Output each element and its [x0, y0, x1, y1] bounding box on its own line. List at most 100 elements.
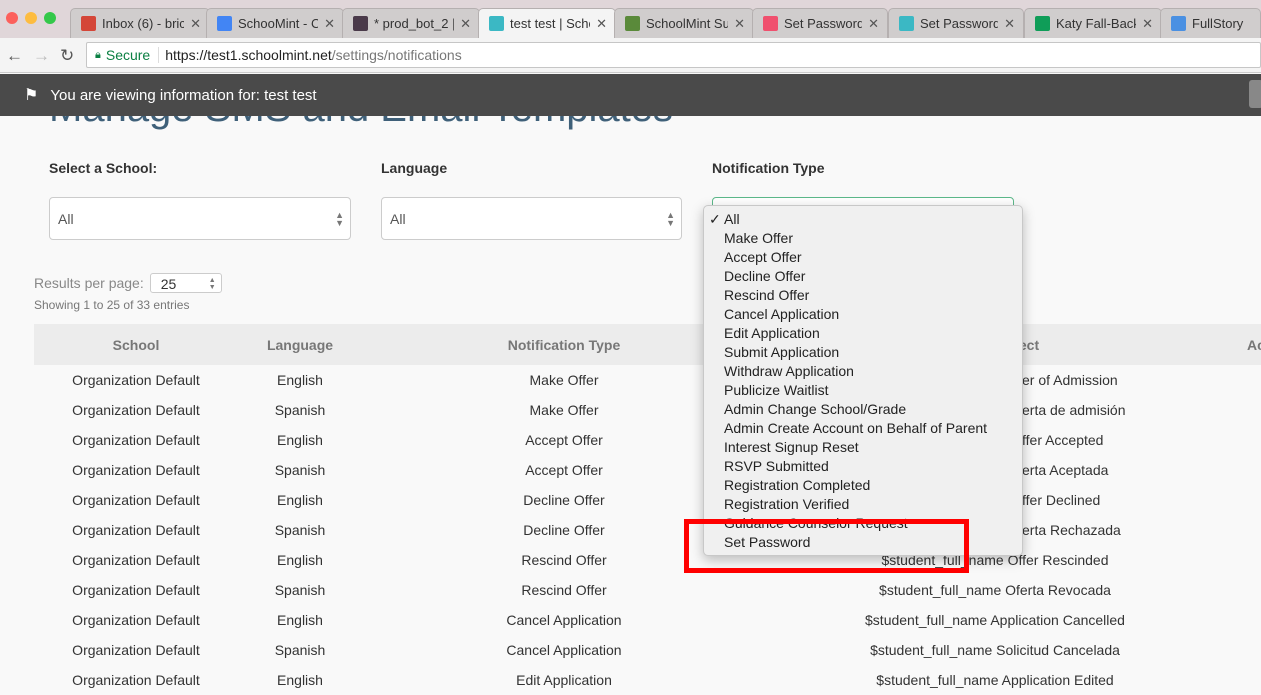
browser-tab[interactable]: Set Password ✕: [888, 8, 1024, 38]
browser-tab[interactable]: Katy Fall-Back ✕: [1024, 8, 1162, 38]
back-icon[interactable]: ←: [6, 46, 23, 66]
forward-icon[interactable]: →: [33, 46, 50, 66]
close-tab-icon[interactable]: ✕: [596, 16, 607, 32]
cell-school: Organization Default: [72, 522, 200, 538]
school-select[interactable]: All ▲ ▼: [49, 197, 351, 240]
results-per-page: Results per page: 25 ▲ ▼: [34, 273, 222, 293]
cell-language: English: [277, 672, 323, 688]
table-row[interactable]: Organization Default Spanish Rescind Off…: [34, 575, 1261, 605]
close-tab-icon[interactable]: ✕: [1142, 16, 1153, 32]
table-header: School Language Notification Type ect Ac: [34, 324, 1261, 365]
browser-tab[interactable]: Set Password ✕: [752, 8, 888, 38]
dropdown-option[interactable]: Rescind Offer: [704, 286, 1022, 305]
browser-tab[interactable]: SchooMint - C ✕: [206, 8, 344, 38]
close-tab-icon[interactable]: ✕: [190, 16, 201, 32]
notification-type-dropdown: ✓ All Make Offer Accept Offer Decline Offer R…: [703, 205, 1023, 556]
minimize-window-button[interactable]: [25, 12, 37, 24]
dropdown-option[interactable]: Decline Offer: [704, 267, 1022, 286]
banner-text: You are viewing information for: test te…: [50, 86, 317, 104]
table-row[interactable]: Organization Default English Rescind Off…: [34, 545, 1261, 575]
column-header-language[interactable]: Language: [267, 337, 333, 353]
dropdown-option[interactable]: Interest Signup Reset: [704, 438, 1022, 457]
cell-school: Organization Default: [72, 402, 200, 418]
table-row[interactable]: Organization Default English Accept Offe…: [34, 425, 1261, 455]
banner-button[interactable]: [1249, 80, 1261, 108]
cell-school: Organization Default: [72, 612, 200, 628]
reload-icon[interactable]: ↻: [60, 46, 74, 66]
cell-school: Organization Default: [72, 552, 200, 568]
option-label: Registration Completed: [724, 477, 871, 493]
browser-tab[interactable]: * prod_bot_2 | ✕: [342, 8, 480, 38]
column-header-actions[interactable]: Ac: [1247, 337, 1261, 353]
option-label: RSVP Submitted: [724, 458, 829, 474]
browser-tab[interactable]: FullStory: [1160, 8, 1261, 38]
gmail-icon: [81, 16, 96, 31]
window-controls: [6, 12, 56, 24]
language-select[interactable]: All ▲ ▼: [381, 197, 682, 240]
option-label: Submit Application: [724, 344, 840, 360]
dropdown-option[interactable]: Make Offer: [704, 229, 1022, 248]
table-row[interactable]: Organization Default Spanish Cancel Appl…: [34, 635, 1261, 665]
cell-language: English: [277, 372, 323, 388]
table-row[interactable]: Organization Default English Make Offer …: [34, 365, 1261, 395]
close-window-button[interactable]: [6, 12, 18, 24]
flag-icon: ⚑: [24, 87, 39, 104]
dropdown-option[interactable]: Submit Application: [704, 343, 1022, 362]
column-header-notification-type[interactable]: Notification Type: [508, 337, 621, 353]
browser-tab[interactable]: SchoolMint Su ✕: [614, 8, 754, 38]
cell-notification-type: Decline Offer: [523, 522, 605, 538]
option-label: Accept Offer: [724, 249, 802, 265]
url-input[interactable]: 🔒︎ Secure https://test1.schoolmint.net /…: [86, 42, 1261, 68]
dropdown-option[interactable]: RSVP Submitted: [704, 457, 1022, 476]
close-tab-icon[interactable]: ✕: [868, 16, 879, 32]
option-label: Edit Application: [724, 325, 820, 341]
dropdown-option[interactable]: Registration Completed: [704, 476, 1022, 495]
cell-notification-type: Make Offer: [529, 372, 599, 388]
browser-tab[interactable]: Inbox (6) - bric ✕: [70, 8, 210, 38]
dropdown-option[interactable]: Admin Create Account on Behalf of Parent: [704, 419, 1022, 438]
table-row[interactable]: Organization Default English Cancel Appl…: [34, 605, 1261, 635]
calendar-icon: [217, 16, 232, 31]
column-header-school[interactable]: School: [113, 337, 160, 353]
select-arrows-icon: ▲ ▼: [666, 210, 675, 228]
dropdown-option[interactable]: Accept Offer: [704, 248, 1022, 267]
dropdown-option[interactable]: Cancel Application: [704, 305, 1022, 324]
option-label: Admin Create Account on Behalf of Parent: [724, 420, 988, 436]
table-row[interactable]: Organization Default English Decline Off…: [34, 485, 1261, 515]
close-tab-icon[interactable]: ✕: [460, 16, 471, 32]
dropdown-option[interactable]: Publicize Waitlist: [704, 381, 1022, 400]
schoolmint-leaf-icon: [489, 16, 504, 31]
table-row[interactable]: Organization Default Spanish Make Offer …: [34, 395, 1261, 425]
cell-language: English: [277, 612, 323, 628]
close-tab-icon[interactable]: ✕: [1004, 16, 1015, 32]
results-per-page-select[interactable]: 25 ▲ ▼: [149, 273, 222, 293]
browser-tab-bar: Inbox (6) - bric ✕ SchooMint - C ✕ * prod_bo…: [0, 0, 1261, 38]
table-row[interactable]: Organization Default Spanish Decline Off…: [34, 515, 1261, 545]
cell-notification-type: Cancel Application: [506, 612, 622, 628]
cell-notification-type: Accept Offer: [525, 462, 603, 478]
option-label: Decline Offer: [724, 268, 806, 284]
tab-title: Inbox (6) - bric: [102, 16, 185, 31]
option-label: Cancel Application: [724, 306, 840, 322]
cell-subject: erta Rechazada: [1022, 522, 1121, 538]
dropdown-option[interactable]: Withdraw Application: [704, 362, 1022, 381]
close-tab-icon[interactable]: ✕: [734, 16, 745, 32]
cell-school: Organization Default: [72, 582, 200, 598]
dropdown-option[interactable]: Admin Change School/Grade: [704, 400, 1022, 419]
option-label: Withdraw Application: [724, 363, 854, 379]
dropdown-option[interactable]: Edit Application: [704, 324, 1022, 343]
cell-language: English: [277, 552, 323, 568]
maximize-window-button[interactable]: [44, 12, 56, 24]
table-row[interactable]: Organization Default Spanish Accept Offe…: [34, 455, 1261, 485]
dropdown-option[interactable]: ✓ All: [704, 210, 1022, 229]
cell-subject: er of Admission: [1022, 372, 1118, 388]
cell-subject: erta de admisión: [1022, 402, 1126, 418]
close-tab-icon[interactable]: ✕: [324, 16, 335, 32]
option-label: Interest Signup Reset: [724, 439, 859, 455]
cell-notification-type: Cancel Application: [506, 642, 622, 658]
zendesk-icon: [625, 16, 640, 31]
school-filter-label: Select a School:: [49, 160, 158, 176]
dropdown-option[interactable]: Registration Verified: [704, 495, 1022, 514]
select-arrows-icon: ▲ ▼: [335, 210, 344, 228]
browser-tab[interactable]: test test | Scho ✕: [478, 8, 616, 38]
